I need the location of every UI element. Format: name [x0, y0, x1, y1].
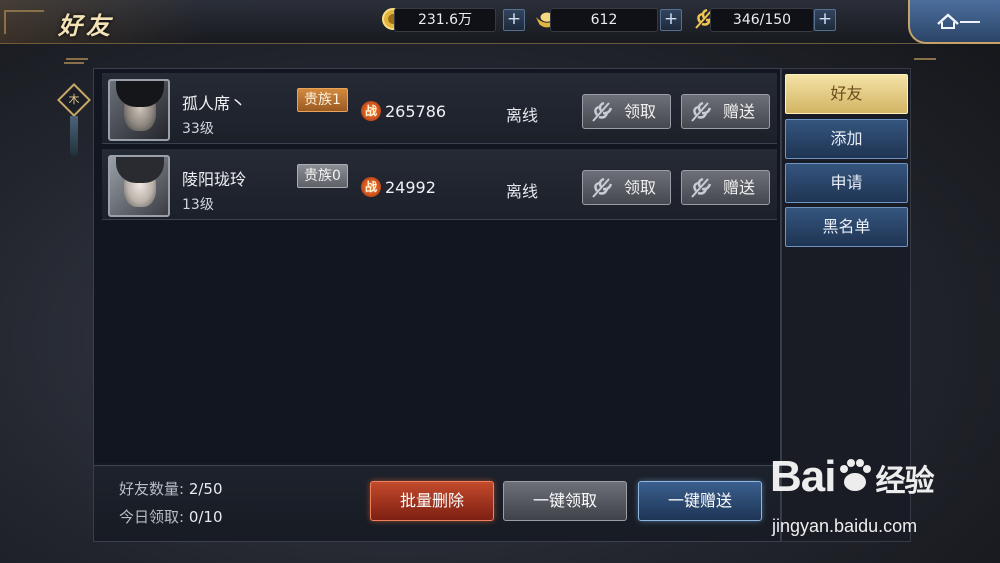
baidu-jingyan-watermark: Bai 经验 jingyan.baidu.com [770, 452, 990, 546]
gift-button[interactable]: 赠送 [681, 94, 770, 129]
batch-delete-button[interactable]: 批量删除 [370, 481, 494, 521]
top-bar: 好友 231.6万 + 612 + 346/150 + [0, 0, 1000, 44]
add-leaf-button[interactable]: + [814, 9, 836, 31]
claim-button[interactable]: 领取 [582, 94, 671, 129]
leaf-value: 346/150 [710, 8, 814, 32]
online-status: 离线 [506, 182, 539, 201]
friend-count-value: 2/50 [188, 480, 223, 498]
watermark-brand: Bai [770, 452, 836, 501]
friend-name: 陵阳珑玲 [182, 170, 247, 189]
tab-friends[interactable]: 好友 [785, 74, 908, 114]
gift-all-button[interactable]: 一键赠送 [638, 481, 762, 521]
ornament-tassel [70, 116, 78, 156]
claim-label: 领取 [623, 102, 656, 121]
battle-power-icon: 战 [361, 177, 381, 197]
claim-button[interactable]: 领取 [582, 170, 671, 205]
ornament-cap [64, 62, 84, 70]
avatar[interactable] [108, 155, 170, 217]
friend-list[interactable]: 孤人席丶 33级 贵族1 战 265786 离线 领取 赠送 陵阳珑玲 13级 … [94, 69, 780, 463]
title-ornament [4, 10, 44, 34]
watermark-url: jingyan.baidu.com [772, 516, 918, 536]
ornament-glyph: 木 [68, 93, 80, 106]
ingot-resource: 612 + [534, 8, 684, 32]
watermark-logo: Bai 经验 [770, 452, 934, 502]
hanging-ornament: 木 [57, 62, 91, 162]
friend-count: 好友数量: 2/50 [119, 478, 223, 499]
home-button[interactable] [908, 0, 1000, 44]
friends-panel: 孤人席丶 33级 贵族1 战 265786 离线 领取 赠送 陵阳珑玲 13级 … [93, 68, 781, 542]
home-icon [937, 13, 980, 29]
coin-value: 231.6万 [394, 8, 496, 32]
online-status: 离线 [506, 106, 539, 125]
gift-label: 赠送 [722, 102, 755, 121]
claim-label: 领取 [623, 178, 656, 197]
leaf-icon [691, 101, 712, 122]
battle-power: 265786 [385, 102, 447, 121]
leaf-icon [691, 177, 712, 198]
avatar-hair [116, 81, 164, 107]
paw-icon [840, 459, 872, 491]
daily-claim-value: 0/10 [188, 508, 223, 526]
noble-rank-badge: 贵族1 [297, 88, 348, 112]
leaf-icon [592, 101, 613, 122]
leaf-resource: 346/150 + [692, 8, 840, 32]
watermark-brand-suffix: 经验 [875, 465, 934, 498]
friend-level: 13级 [182, 197, 214, 213]
friend-level: 33级 [182, 121, 214, 137]
add-coin-button[interactable]: + [503, 9, 525, 31]
friend-row[interactable]: 孤人席丶 33级 贵族1 战 265786 离线 领取 赠送 [102, 73, 777, 144]
daily-claim-count: 今日领取: 0/10 [119, 506, 223, 527]
add-ingot-button[interactable]: + [660, 9, 682, 31]
coin-resource: 231.6万 + [380, 8, 528, 32]
gift-button[interactable]: 赠送 [681, 170, 770, 205]
daily-claim-label: 今日领取: [119, 508, 189, 526]
title-area: 好友 [0, 0, 200, 44]
claim-all-button[interactable]: 一键领取 [503, 481, 627, 521]
battle-power-icon: 战 [361, 101, 381, 121]
friend-row[interactable]: 陵阳珑玲 13级 贵族0 战 24992 离线 领取 赠送 [102, 149, 777, 220]
friend-count-label: 好友数量: [119, 480, 189, 498]
tab-add[interactable]: 添加 [785, 119, 908, 159]
friends-footer: 好友数量: 2/50 今日领取: 0/10 批量删除 一键领取 一键赠送 [94, 465, 780, 541]
tab-blacklist[interactable]: 黑名单 [785, 207, 908, 247]
page-title: 好友 [58, 11, 114, 40]
battle-power: 24992 [385, 178, 436, 197]
noble-rank-badge: 贵族0 [297, 164, 348, 188]
friend-name: 孤人席丶 [182, 94, 247, 113]
avatar-hair [116, 157, 164, 183]
avatar[interactable] [108, 79, 170, 141]
tab-requests[interactable]: 申请 [785, 163, 908, 203]
ingot-value: 612 [550, 8, 658, 32]
corner-ornament-right [914, 58, 936, 70]
leaf-icon [592, 177, 613, 198]
gift-label: 赠送 [722, 178, 755, 197]
